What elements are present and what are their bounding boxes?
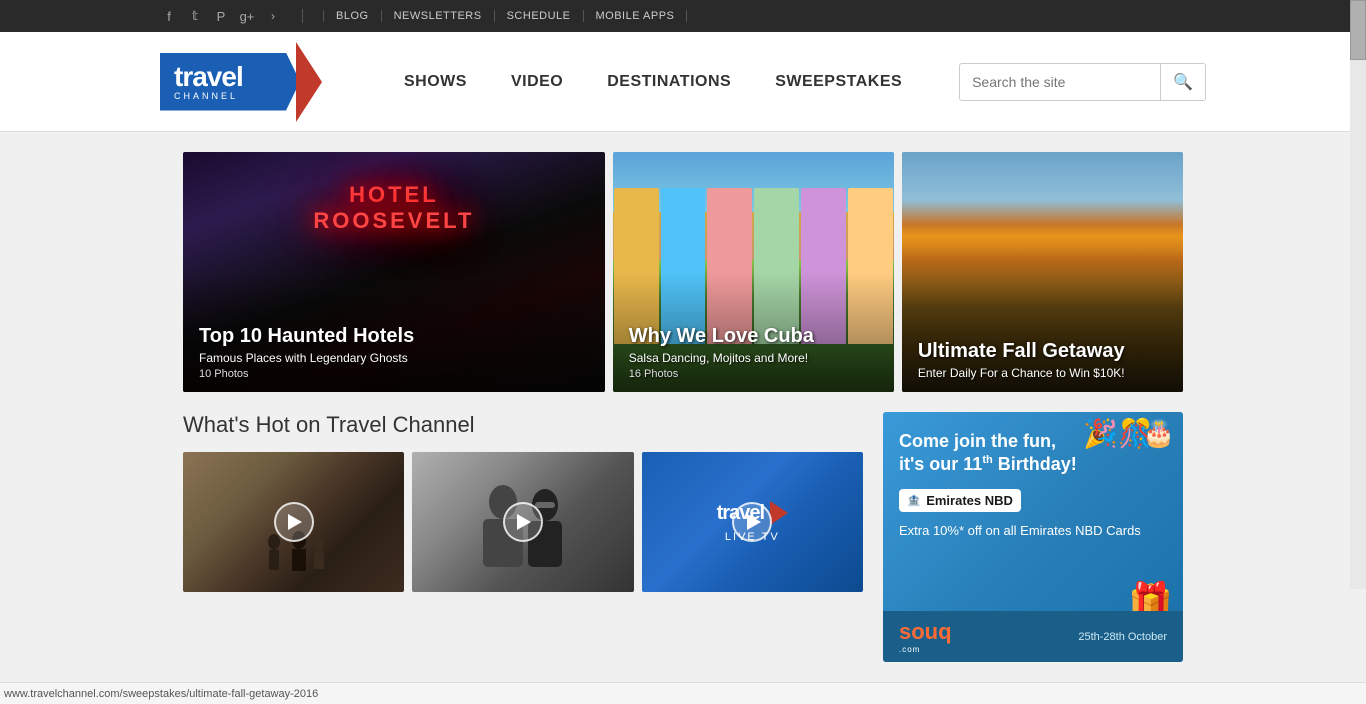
status-bar: www.travelchannel.com/sweepstakes/ultima… bbox=[0, 682, 1366, 704]
advertisement: ℹ 🎉🎊 🎂 Come join the fun, it's our 11th … bbox=[883, 412, 1183, 662]
ad-title-birthday: it's our 11th Birthday! bbox=[899, 454, 1077, 474]
bank-icon: 🏦 bbox=[907, 494, 920, 507]
ad-offer: Extra 10%* off on all Emirates NBD Cards bbox=[899, 522, 1167, 540]
logo[interactable]: travel CHANNEL bbox=[160, 42, 322, 122]
main-content: Top 10 Haunted Hotels Famous Places with… bbox=[183, 132, 1183, 682]
ad-bottom: souq .com 25th-28th October bbox=[883, 611, 1183, 662]
twitter-icon[interactable]: 𝕥 bbox=[186, 8, 204, 24]
logo-channel: CHANNEL bbox=[174, 92, 284, 101]
haunted-hotels-card[interactable]: Top 10 Haunted Hotels Famous Places with… bbox=[183, 152, 605, 392]
video2-play-button[interactable] bbox=[503, 502, 543, 542]
ad-content: 🎉🎊 🎂 Come join the fun, it's our 11th Bi… bbox=[883, 412, 1183, 662]
haunted-hotels-count: 10 Photos bbox=[199, 368, 589, 380]
ad-bank-logo: 🏦 Emirates NBD bbox=[899, 489, 1021, 512]
main-nav: SHOWS VIDEO DESTINATIONS SWEEPSTAKES bbox=[382, 73, 929, 91]
live-tv-arrow-wrapper bbox=[770, 501, 788, 525]
ad-decoration-candle: 🎂 bbox=[1143, 418, 1175, 449]
ad-souq-label: souq bbox=[899, 619, 952, 645]
fall-getaway-subtitle: Enter Daily For a Chance to Win $10K! bbox=[918, 366, 1167, 380]
fall-getaway-caption: Ultimate Fall Getaway Enter Daily For a … bbox=[902, 327, 1183, 392]
bank-name: Emirates NBD bbox=[926, 493, 1013, 508]
sweepstakes-nav[interactable]: SWEEPSTAKES bbox=[753, 73, 924, 91]
video1-play-icon bbox=[288, 514, 302, 530]
facebook-icon[interactable]: f bbox=[160, 9, 178, 24]
fall-getaway-card[interactable]: Ultimate Fall Getaway Enter Daily For a … bbox=[902, 152, 1183, 392]
newsletters-link[interactable]: NEWSLETTERS bbox=[382, 10, 495, 22]
ad-souq-wrapper: souq .com bbox=[899, 619, 952, 654]
cuba-count: 16 Photos bbox=[629, 368, 878, 380]
cuba-card[interactable]: Why We Love Cuba Salsa Dancing, Mojitos … bbox=[613, 152, 894, 392]
top-bar-divider bbox=[302, 9, 303, 23]
video2-play-icon bbox=[517, 514, 531, 530]
more-social-icon[interactable]: › bbox=[264, 9, 282, 23]
schedule-link[interactable]: SCHEDULE bbox=[495, 10, 584, 22]
video3-play-button[interactable] bbox=[732, 502, 772, 542]
googleplus-icon[interactable]: g+ bbox=[238, 9, 256, 24]
destinations-nav[interactable]: DESTINATIONS bbox=[585, 73, 753, 91]
video-thumb-3[interactable]: travel Live TV bbox=[642, 452, 863, 592]
logo-inner: travel CHANNEL bbox=[160, 53, 300, 111]
video-nav[interactable]: VIDEO bbox=[489, 73, 585, 91]
search-input[interactable] bbox=[960, 66, 1160, 98]
scrollbar[interactable] bbox=[1350, 0, 1366, 589]
ad-box[interactable]: ℹ 🎉🎊 🎂 Come join the fun, it's our 11th … bbox=[883, 412, 1183, 662]
haunted-hotels-subtitle: Famous Places with Legendary Ghosts bbox=[199, 351, 589, 365]
whats-hot-main: What's Hot on Travel Channel bbox=[183, 412, 863, 662]
whats-hot-title: What's Hot on Travel Channel bbox=[183, 412, 863, 438]
ad-souq-com: .com bbox=[899, 645, 952, 654]
video-thumb-2[interactable] bbox=[412, 452, 633, 592]
haunted-hotels-title: Top 10 Haunted Hotels bbox=[199, 324, 589, 348]
social-links: f 𝕥 P g+ › bbox=[160, 8, 282, 24]
logo-travel: travel bbox=[174, 63, 284, 91]
blog-link[interactable]: BLOG bbox=[323, 10, 382, 22]
video-grid: travel Live TV bbox=[183, 452, 863, 592]
video3-play-icon bbox=[747, 514, 761, 530]
top-bar-links: BLOG NEWSLETTERS SCHEDULE MOBILE APPS bbox=[323, 10, 687, 22]
hero-grid: Top 10 Haunted Hotels Famous Places with… bbox=[183, 152, 1183, 392]
pinterest-icon[interactable]: P bbox=[212, 9, 230, 24]
cuba-subtitle: Salsa Dancing, Mojitos and More! bbox=[629, 351, 878, 365]
video1-play-button[interactable] bbox=[274, 502, 314, 542]
logo-arrow bbox=[296, 42, 322, 122]
shows-nav[interactable]: SHOWS bbox=[382, 73, 489, 91]
live-tv-arrow-icon bbox=[770, 501, 788, 525]
haunted-hotels-caption: Top 10 Haunted Hotels Famous Places with… bbox=[183, 312, 605, 392]
whats-hot-section: What's Hot on Travel Channel bbox=[183, 412, 1183, 662]
search-button[interactable]: 🔍 bbox=[1160, 64, 1205, 100]
cuba-title: Why We Love Cuba bbox=[629, 324, 878, 348]
mobile-apps-link[interactable]: MOBILE APPS bbox=[584, 10, 688, 22]
header: travel CHANNEL SHOWS VIDEO DESTINATIONS … bbox=[0, 32, 1366, 132]
top-bar: f 𝕥 P g+ › BLOG NEWSLETTERS SCHEDULE MOB… bbox=[0, 0, 1366, 32]
ad-title-text: Come join the fun, bbox=[899, 431, 1056, 451]
fall-getaway-title: Ultimate Fall Getaway bbox=[918, 339, 1167, 363]
status-url: www.travelchannel.com/sweepstakes/ultima… bbox=[4, 688, 318, 700]
ad-date: 25th-28th October bbox=[1078, 631, 1167, 643]
scrollbar-thumb[interactable] bbox=[1350, 0, 1366, 60]
video-thumb-1[interactable] bbox=[183, 452, 404, 592]
cuba-caption: Why We Love Cuba Salsa Dancing, Mojitos … bbox=[613, 312, 894, 392]
search-box: 🔍 bbox=[959, 63, 1206, 101]
